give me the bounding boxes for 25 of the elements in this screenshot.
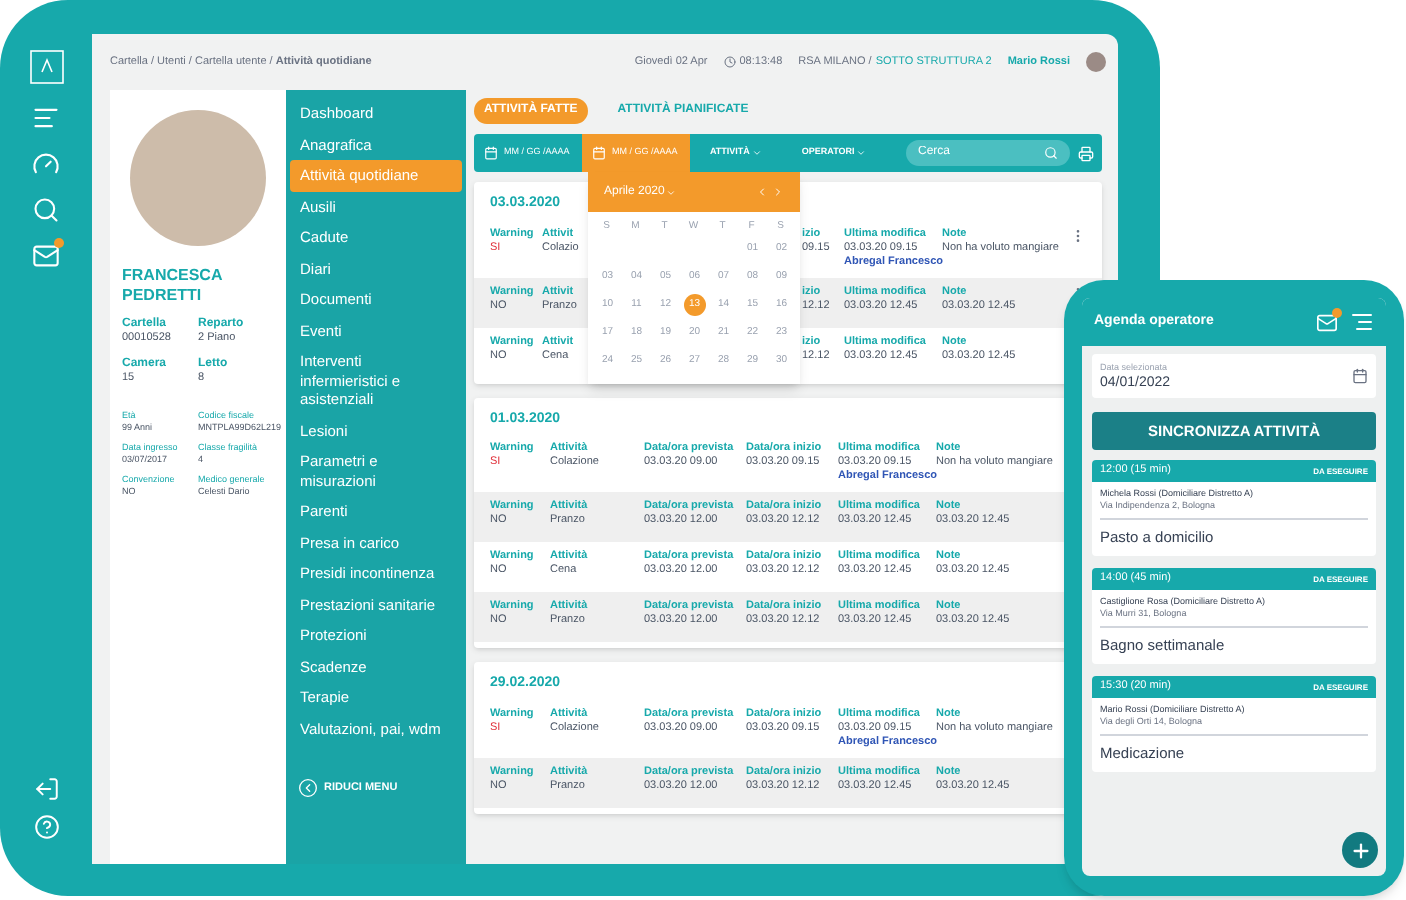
mail-icon[interactable] [32,242,60,270]
help-icon[interactable] [33,814,59,840]
menu-icon[interactable] [1350,310,1374,334]
logo-icon[interactable] [29,50,63,84]
user-avatar[interactable] [1086,52,1106,72]
add-button[interactable] [1342,832,1378,868]
print-icon[interactable] [1078,145,1094,161]
previous-month-icon[interactable] [756,186,768,198]
caret-icon [666,187,677,197]
chevron-left-icon [298,778,318,798]
logout-icon[interactable] [33,776,59,802]
clock-icon [723,56,736,68]
next-month-icon[interactable] [772,186,784,198]
mail-icon[interactable] [1316,311,1338,333]
menu-icon[interactable] [32,104,60,132]
calendar-icon [484,146,498,160]
caret-icon [751,148,762,158]
patient-name: FRANCESCA PEDRETTI [122,266,224,306]
search-icon[interactable] [1044,146,1058,160]
search-icon[interactable] [32,196,60,224]
calendar-icon[interactable] [1352,368,1368,384]
plus-icon [1349,839,1371,861]
calendar-icon [592,146,606,160]
gauge-icon[interactable] [32,150,60,178]
caret-icon [856,148,867,158]
